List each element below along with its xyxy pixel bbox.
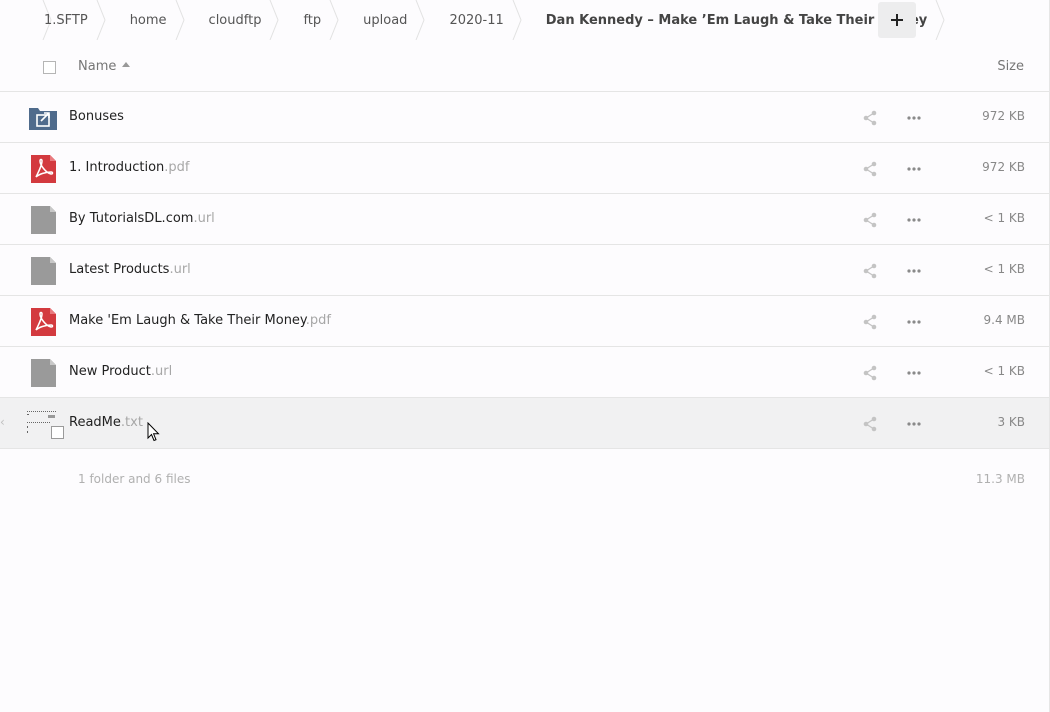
more-options-icon[interactable]: [906, 161, 922, 177]
plus-icon: [891, 14, 903, 26]
more-options-icon[interactable]: [906, 263, 922, 279]
file-size: 972 KB: [982, 109, 1025, 123]
breadcrumb-item-home[interactable]: home: [106, 0, 185, 40]
file-name[interactable]: New Product.url: [69, 364, 172, 379]
breadcrumb-label: 1.SFTP: [44, 12, 88, 28]
file-size: 3 KB: [997, 415, 1025, 429]
more-options-icon[interactable]: [906, 416, 922, 432]
file-name[interactable]: ReadMe.txt: [69, 415, 143, 430]
breadcrumb: 1.SFTP home cloudftp ftp upload 2020-11 …: [0, 0, 945, 40]
shared-folder-icon: [29, 108, 57, 130]
file-size: 9.4 MB: [983, 313, 1025, 327]
breadcrumb-label: cloudftp: [208, 12, 262, 28]
file-row[interactable]: New Product.url < 1 KB: [0, 347, 1049, 398]
more-options-icon[interactable]: [906, 212, 922, 228]
file-name[interactable]: Bonuses: [69, 109, 124, 124]
file-row[interactable]: By TutorialsDL.com.url < 1 KB: [0, 194, 1049, 245]
more-options-icon[interactable]: [906, 314, 922, 330]
pdf-icon: [31, 308, 56, 336]
select-all-checkbox[interactable]: [43, 61, 56, 74]
breadcrumb-separator-icon: [175, 0, 185, 40]
file-row[interactable]: 1. Introduction.pdf 972 KB: [0, 143, 1049, 194]
file-browser: 1.SFTP home cloudftp ftp upload 2020-11 …: [0, 0, 1050, 712]
add-button[interactable]: [878, 2, 916, 38]
share-icon[interactable]: [862, 314, 878, 330]
more-options-icon[interactable]: [906, 365, 922, 381]
folder-summary: 1 folder and 6 files: [78, 472, 191, 486]
file-name[interactable]: 1. Introduction.pdf: [69, 160, 189, 175]
share-icon[interactable]: [862, 263, 878, 279]
file-size: < 1 KB: [983, 211, 1025, 225]
file-size: < 1 KB: [983, 364, 1025, 378]
pdf-icon: [31, 155, 56, 183]
breadcrumb-label: ftp: [303, 12, 322, 28]
file-name[interactable]: Make 'Em Laugh & Take Their Money.pdf: [69, 313, 331, 328]
file-size: 972 KB: [982, 160, 1025, 174]
share-icon[interactable]: [862, 110, 878, 126]
breadcrumb-label: upload: [363, 12, 408, 28]
file-list-header: Name Size: [0, 42, 1049, 92]
file-row[interactable]: Make 'Em Laugh & Take Their Money.pdf 9.…: [0, 296, 1049, 347]
breadcrumb-item-2020-11[interactable]: 2020-11: [425, 0, 522, 40]
sort-ascending-icon: [122, 62, 131, 67]
breadcrumb-separator-icon: [96, 0, 106, 40]
breadcrumb-item-ftp[interactable]: ftp: [279, 0, 339, 40]
folder-total-size: 11.3 MB: [975, 472, 1025, 486]
share-icon[interactable]: [862, 416, 878, 432]
breadcrumb-item-1sftp[interactable]: 1.SFTP: [0, 0, 106, 40]
breadcrumb-separator-icon: [935, 0, 945, 40]
chevron-left-icon: ‹: [0, 415, 5, 429]
row-checkbox[interactable]: [51, 426, 64, 439]
breadcrumb-label: home: [129, 12, 167, 28]
share-icon[interactable]: [862, 365, 878, 381]
more-options-icon[interactable]: [906, 110, 922, 126]
breadcrumb-item-cloudftp[interactable]: cloudftp: [185, 0, 280, 40]
breadcrumb-separator-icon: [415, 0, 425, 40]
share-icon[interactable]: [862, 161, 878, 177]
breadcrumb-current-label: Dan Kennedy – Make ’Em Laugh & Take Thei…: [545, 12, 928, 28]
breadcrumb-label: 2020-11: [449, 12, 504, 28]
generic-file-icon: [31, 359, 56, 387]
generic-file-icon: [31, 206, 56, 234]
file-size: < 1 KB: [983, 262, 1025, 276]
file-row[interactable]: Latest Products.url < 1 KB: [0, 245, 1049, 296]
generic-file-icon: [31, 257, 56, 285]
breadcrumb-item-upload[interactable]: upload: [339, 0, 425, 40]
file-row[interactable]: ‹ ReadMe.txt 3 KB: [0, 398, 1049, 449]
file-list: Bonuses 972 KB 1. Introduction.pdf 972 K…: [0, 92, 1049, 449]
name-column-header[interactable]: Name: [78, 59, 131, 74]
breadcrumb-separator-icon: [329, 0, 339, 40]
size-column-header[interactable]: Size: [997, 59, 1024, 74]
file-name[interactable]: Latest Products.url: [69, 262, 191, 277]
breadcrumb-separator-icon: [512, 0, 522, 40]
file-row[interactable]: Bonuses 972 KB: [0, 92, 1049, 143]
size-column-label: Size: [997, 59, 1024, 74]
share-icon[interactable]: [862, 212, 878, 228]
name-column-label: Name: [78, 59, 117, 74]
file-name[interactable]: By TutorialsDL.com.url: [69, 211, 215, 226]
breadcrumb-separator-icon: [269, 0, 279, 40]
